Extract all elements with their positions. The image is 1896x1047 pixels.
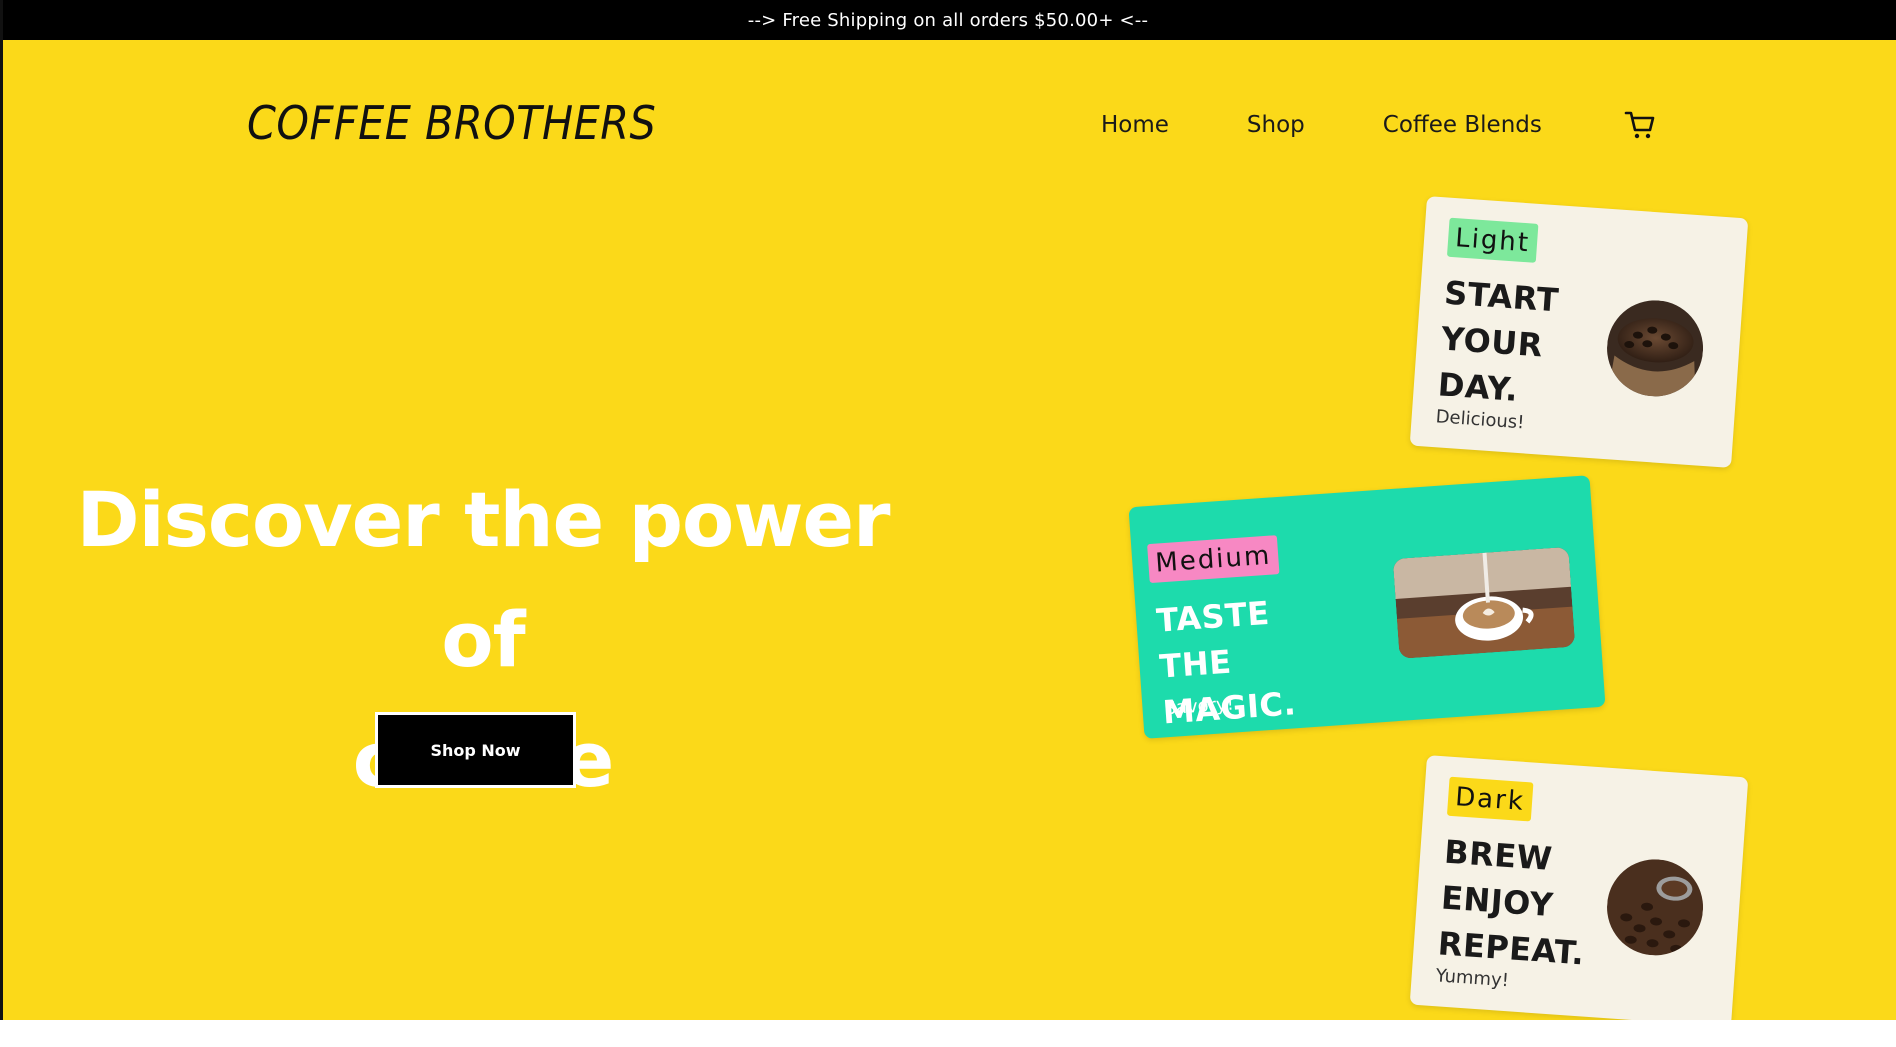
coffee-beans-sack-image [1603, 297, 1707, 400]
hero-section: COFFEE BROTHERS Home Shop Coffee Blends … [3, 40, 1896, 1020]
coffee-beans-scoop-image [1603, 856, 1707, 959]
blend-card-dark[interactable]: Dark BREW ENJOY REPEAT. Yummy! [1409, 755, 1749, 1020]
blend-card-title-line: TASTE [1155, 593, 1271, 640]
hero-headline-line1: Discover the power of [76, 475, 891, 684]
blend-card-title-line: START [1443, 273, 1561, 320]
nav-shop-link[interactable]: Shop [1247, 112, 1305, 138]
shop-now-button[interactable]: Shop Now [375, 712, 576, 788]
blend-tag-medium: Medium [1147, 535, 1280, 584]
promo-bar: --> Free Shipping on all orders $50.00+ … [0, 0, 1896, 40]
page-bottom-strip [0, 1020, 1896, 1047]
blend-tag-light: Light [1446, 217, 1539, 263]
blend-card-light[interactable]: Light START YOUR DAY. Delicious! [1409, 196, 1749, 468]
page: --> Free Shipping on all orders $50.00+ … [0, 0, 1896, 1047]
cart-icon[interactable] [1623, 108, 1657, 142]
latte-art-cup-image [1392, 546, 1576, 659]
blend-card-title: BREW ENJOY REPEAT. [1436, 829, 1592, 977]
blend-card-subtitle: Yummy! [1435, 965, 1510, 992]
main-nav: Home Shop Coffee Blends [1101, 112, 1620, 138]
blend-tag-dark: Dark [1446, 776, 1534, 822]
promo-text: --> Free Shipping on all orders $50.00+ … [747, 9, 1149, 31]
nav-home-link[interactable]: Home [1101, 112, 1169, 138]
blend-card-title-line: YOUR [1439, 319, 1545, 365]
blend-card-medium[interactable]: Medium TASTE THE MAGIC. Savory! [1128, 475, 1606, 739]
brand-logo[interactable]: COFFEE BROTHERS [247, 96, 656, 150]
window-edge [0, 0, 3, 1047]
blend-card-title: START YOUR DAY. [1436, 270, 1560, 416]
nav-coffee-blends-link[interactable]: Coffee Blends [1383, 112, 1542, 138]
